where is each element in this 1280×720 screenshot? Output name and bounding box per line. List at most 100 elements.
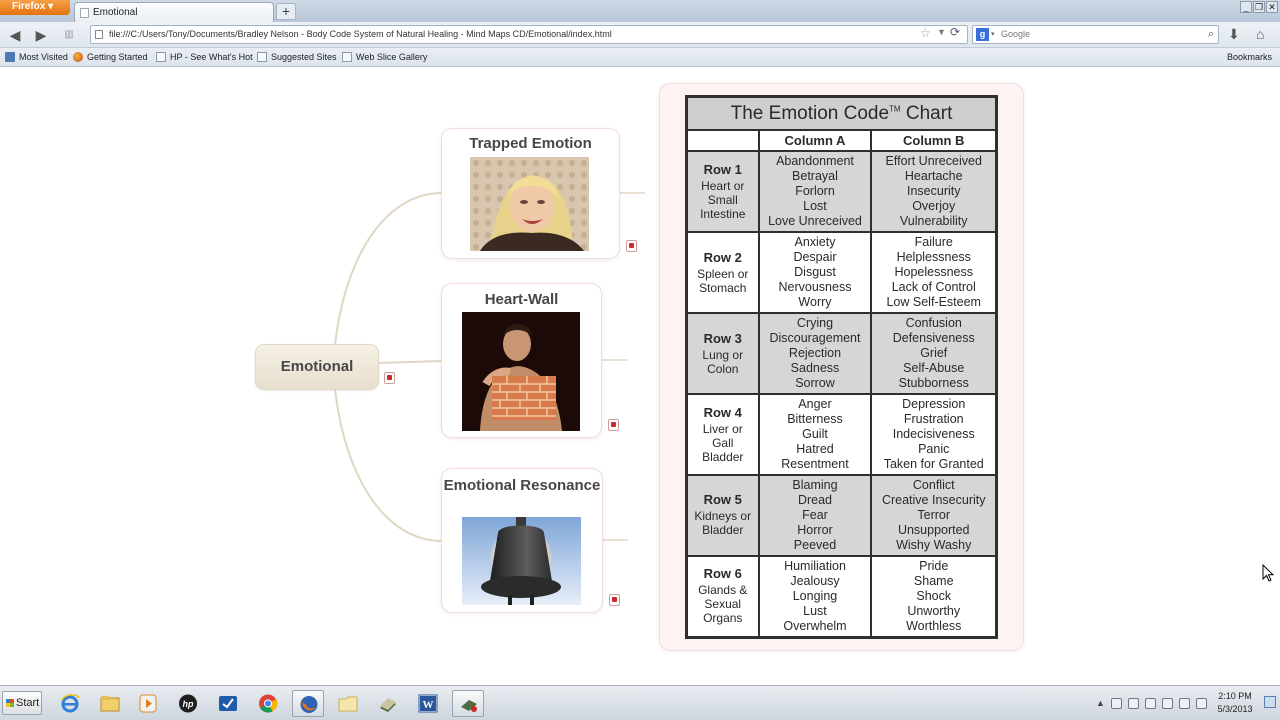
start-button[interactable]: Start <box>2 691 42 715</box>
emotion-item: Horror <box>797 522 833 537</box>
bluetooth-tray-icon[interactable] <box>1195 697 1207 709</box>
mindmap-link-icon[interactable] <box>626 240 637 252</box>
bookmark-most-visited[interactable]: Most Visited <box>5 52 68 62</box>
emotion-item: Sadness <box>790 361 840 376</box>
chart-cell-column-b: Failure Helplessness Hopelessness Lack of C… <box>870 231 998 315</box>
chart-cell-column-a: Abandonment Betrayal Forlorn Lost Love Unrec… <box>757 150 873 234</box>
emotion-item: Unworthy <box>907 603 961 618</box>
checkmark-app-icon[interactable] <box>212 690 244 717</box>
row-organ: Small <box>707 192 738 207</box>
central-topic-emotional[interactable]: Emotional <box>256 345 378 389</box>
reload-icon[interactable]: ⟳ <box>950 25 960 39</box>
chart-cell-column-b: Pride Shame Shock Unworthy Worthless <box>870 554 998 639</box>
chrome-icon[interactable] <box>252 690 284 717</box>
firefox-menu-button[interactable]: Firefox ▾ <box>0 0 70 15</box>
chart-row-header: Row 5 Kidneys or Bladder <box>685 473 760 557</box>
chart-title: The Emotion CodeTM Chart <box>685 95 998 132</box>
emotion-item: Low Self-Esteem <box>886 295 981 310</box>
volume-tray-icon[interactable] <box>1161 697 1173 709</box>
flag-tray-icon[interactable] <box>1127 697 1139 709</box>
emotion-item: Frustration <box>903 412 964 426</box>
mindmap-app-icon[interactable] <box>452 690 484 717</box>
bookmark-hp-see-whats-hot[interactable]: HP - See What's Hot <box>156 52 253 62</box>
column-a-header: Column A <box>757 129 873 153</box>
network-tray-icon[interactable] <box>1144 697 1156 709</box>
word-icon[interactable]: W <box>412 690 444 717</box>
search-engine-dropdown-icon[interactable]: ▾ <box>991 26 995 43</box>
topic-emotional-resonance[interactable]: Emotional Resonance <box>442 469 602 612</box>
bookmark-label: Suggested Sites <box>271 52 337 62</box>
firefox-menu-label: Firefox <box>12 1 46 12</box>
show-desktop-button[interactable] <box>1264 696 1276 708</box>
row-organ: Colon <box>707 361 739 376</box>
mindmap-link-icon[interactable] <box>609 594 620 606</box>
power-tray-icon[interactable] <box>1178 697 1190 709</box>
window-controls: _ ❐ ✕ <box>1240 1 1278 13</box>
clock-time: 2:10 PM <box>1218 691 1252 701</box>
chart-cell-column-a: Crying Discouragement Rejection Sadness Sorr… <box>757 312 873 396</box>
emotion-item: Worthless <box>906 618 962 633</box>
chart-title-text: The Emotion Code <box>730 102 890 124</box>
emotion-item: Overjoy <box>912 199 956 214</box>
chart-row: Row 1 Heart or Small Intestine Abandonment Be… <box>685 150 998 234</box>
topic-trapped-emotion[interactable]: Trapped Emotion <box>442 129 619 258</box>
row-name: Row 5 <box>703 492 742 508</box>
home-icon[interactable]: ⌂ <box>1256 26 1264 42</box>
emotion-item: Abandonment <box>776 154 854 169</box>
emotion-item: Insecurity <box>906 184 961 199</box>
emotion-code-chart-panel: The Emotion CodeTM Chart Column A Column… <box>660 84 1023 650</box>
url-dropdown-icon[interactable]: ▼ <box>937 27 946 37</box>
emotion-item: Forlorn <box>795 184 835 199</box>
bookmark-web-slice-gallery[interactable]: Web Slice Gallery <box>342 52 427 62</box>
chart-row: Row 3 Lung or Colon Crying Discouragement Rej… <box>685 312 998 396</box>
emotion-item: Hatred <box>796 442 834 456</box>
emotion-item: Rejection <box>788 346 842 361</box>
taskbar: Start hp W ▲ 2:10 PM 5/3/2013 <box>0 685 1280 720</box>
search-input[interactable]: g ▾ Google ⌕ <box>972 25 1219 44</box>
emotion-item: Longing <box>792 588 838 603</box>
hp-icon[interactable]: hp <box>172 690 204 717</box>
mindmap-link-icon[interactable] <box>384 372 395 384</box>
search-placeholder: Google <box>1001 29 1031 39</box>
row-organ: Glands & <box>698 583 748 598</box>
folder-icon[interactable] <box>332 690 364 717</box>
security-tray-icon[interactable] <box>1110 697 1122 709</box>
emotion-item: Sorrow <box>795 376 835 391</box>
close-button[interactable]: ✕ <box>1266 1 1278 13</box>
header-blank-cell <box>685 129 760 153</box>
internet-explorer-icon[interactable] <box>54 690 86 717</box>
topic-title: Trapped Emotion <box>469 135 592 152</box>
book-app-icon[interactable] <box>372 690 404 717</box>
row-name: Row 3 <box>703 330 742 346</box>
restore-button[interactable]: ❐ <box>1253 1 1265 13</box>
back-arrow-icon[interactable]: ◀ <box>6 26 24 44</box>
bookmark-label: Web Slice Gallery <box>356 52 428 62</box>
magnifier-icon[interactable]: ⌕ <box>1208 26 1214 43</box>
show-hidden-icons-icon[interactable]: ▲ <box>1096 698 1105 708</box>
mindmap-link-icon[interactable] <box>608 419 619 431</box>
emotion-item: Wishy Washy <box>896 537 972 552</box>
bookmark-star-icon[interactable]: ☆ <box>920 26 931 40</box>
topic-heart-wall[interactable]: Heart-Wall <box>442 284 601 437</box>
tab-emotional[interactable]: Emotional <box>74 2 274 22</box>
bookmark-getting-started[interactable]: Getting Started <box>73 52 148 62</box>
bookmarks-menu-button[interactable]: Bookmarks <box>1223 52 1272 62</box>
chart-row: Row 5 Kidneys or Bladder Blaming Dread Fear Ho… <box>685 473 998 557</box>
download-icon[interactable]: ⬇ <box>1228 26 1240 43</box>
bookmark-suggested-sites[interactable]: Suggested Sites <box>257 52 337 62</box>
row-organ: Sexual <box>704 597 742 612</box>
file-explorer-icon[interactable] <box>94 690 126 717</box>
taskbar-clock[interactable]: 2:10 PM 5/3/2013 <box>1212 690 1258 716</box>
emotion-item: Lost <box>803 199 827 214</box>
forward-arrow-icon[interactable]: ▶ <box>32 26 50 44</box>
emotion-item: Anger <box>798 397 832 411</box>
topic-title: Heart-Wall <box>484 291 559 308</box>
emotion-item: Anxiety <box>794 235 836 250</box>
url-bar[interactable]: file:///C:/Users/Tony/Documents/Bradley … <box>90 25 968 44</box>
minimize-button[interactable]: _ <box>1240 1 1252 13</box>
emotion-item: Effort Unreceived <box>885 154 982 169</box>
new-tab-button[interactable]: + <box>276 3 296 20</box>
media-player-icon[interactable] <box>132 690 164 717</box>
history-icon[interactable]: ▥ <box>60 26 78 44</box>
firefox-icon[interactable] <box>292 690 324 717</box>
